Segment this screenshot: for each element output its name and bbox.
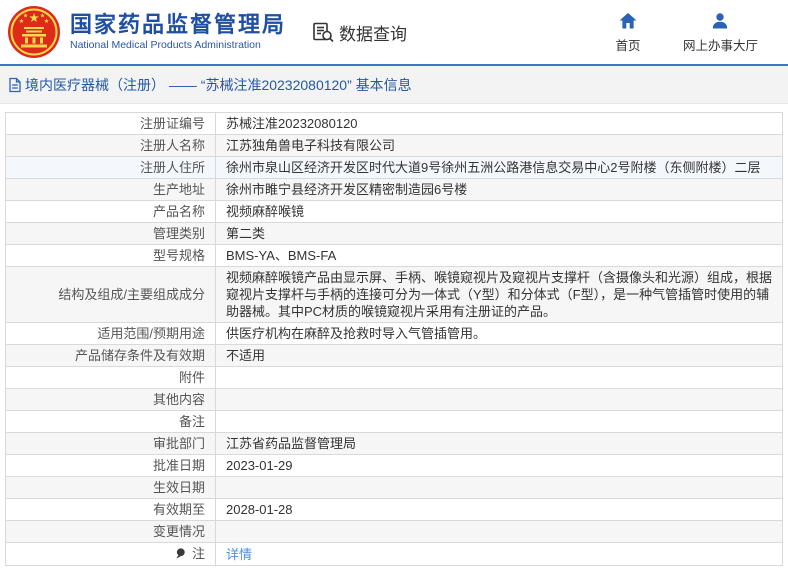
field-value: 视频麻醉喉镜 xyxy=(215,200,783,223)
field-value: BMS-YA、BMS-FA xyxy=(215,244,783,267)
field-label-text: 有效期至 xyxy=(152,502,205,517)
table-row: 适用范围/预期用途 供医疗机构在麻醉及抢救时导入气管插管用。 xyxy=(5,322,783,345)
table-row: 生产地址 徐州市睢宁县经济开发区精密制造园6号楼 xyxy=(5,178,783,201)
note-pin-icon xyxy=(175,546,186,563)
data-query-label: 数据查询 xyxy=(339,24,408,44)
org-name-zh: 国家药品监督管理局 xyxy=(70,12,287,37)
detail-link[interactable]: 详情 xyxy=(226,547,252,562)
field-label-text: 产品名称 xyxy=(152,204,205,219)
table-row: 结构及组成/主要组成成分 视频麻醉喉镜产品由显示屏、手柄、喉镜窥视片及窥视片支撑… xyxy=(5,266,783,323)
info-table: 注册证编号 苏械注准20232080120 注册人名称 江苏独角兽电子科技有限公… xyxy=(5,112,783,566)
nav-item-home[interactable]: 首页 xyxy=(611,11,645,54)
field-label: 生效日期 xyxy=(5,476,216,499)
nav-item-service-hall[interactable]: 网上办事大厅 xyxy=(683,11,758,54)
field-value: 不适用 xyxy=(215,344,783,367)
field-label: 批准日期 xyxy=(5,454,216,477)
field-label: 其他内容 xyxy=(5,388,216,411)
field-label: 生产地址 xyxy=(5,178,216,201)
table-row: 注册证编号 苏械注准20232080120 xyxy=(5,112,783,135)
field-value: 江苏独角兽电子科技有限公司 xyxy=(215,134,783,157)
field-label: 备注 xyxy=(5,410,216,433)
top-nav: 首页 网上办事大厅 xyxy=(611,11,770,54)
breadcrumb-text: 境内医疗器械（注册） —— “苏械注准20232080120” 基本信息 xyxy=(25,76,412,93)
table-row: 附件 xyxy=(5,366,783,389)
field-label: 注 xyxy=(5,542,216,566)
field-label-text: 注 xyxy=(191,546,205,561)
field-label-text: 备注 xyxy=(178,414,205,429)
field-label-text: 审批部门 xyxy=(152,436,205,451)
nav-service-hall-label: 网上办事大厅 xyxy=(682,38,758,53)
field-value: 视频麻醉喉镜产品由显示屏、手柄、喉镜窥视片及窥视片支撑杆（含摄像头和光源）组成，… xyxy=(215,266,783,323)
field-value: 供医疗机构在麻醉及抢救时导入气管插管用。 xyxy=(215,322,783,345)
table-row: 变更情况 xyxy=(5,520,783,543)
field-label-text: 注册人住所 xyxy=(139,160,205,175)
field-label: 注册人名称 xyxy=(5,134,216,157)
field-value: 江苏省药品监督管理局 xyxy=(215,432,783,455)
table-row: 产品名称 视频麻醉喉镜 xyxy=(5,200,783,223)
field-label: 有效期至 xyxy=(5,498,216,521)
field-value xyxy=(215,476,783,499)
field-label-text: 结构及组成/主要组成成分 xyxy=(58,287,205,302)
field-label-text: 注册证编号 xyxy=(139,116,205,131)
user-icon xyxy=(713,12,728,28)
field-label-text: 附件 xyxy=(178,370,205,385)
data-query-icon xyxy=(313,22,334,43)
info-table-body: 注册证编号 苏械注准20232080120 注册人名称 江苏独角兽电子科技有限公… xyxy=(5,112,783,566)
field-value: 2023-01-29 xyxy=(215,454,783,477)
field-value: 2028-01-28 xyxy=(215,498,783,521)
org-name-en: National Medical Products Administration xyxy=(70,39,261,51)
field-label-text: 产品储存条件及有效期 xyxy=(74,348,205,363)
field-label: 注册人住所 xyxy=(5,156,216,179)
field-label: 管理类别 xyxy=(5,222,216,245)
field-label: 产品名称 xyxy=(5,200,216,223)
field-value: 第二类 xyxy=(215,222,783,245)
field-label: 产品储存条件及有效期 xyxy=(5,344,216,367)
data-query-section[interactable]: 数据查询 xyxy=(312,20,407,45)
table-row: 型号规格 BMS-YA、BMS-FA xyxy=(5,244,783,267)
table-wrap: 注册证编号 苏械注准20232080120 注册人名称 江苏独角兽电子科技有限公… xyxy=(0,104,788,566)
field-value: 详情 xyxy=(215,542,783,566)
field-label-text: 批准日期 xyxy=(152,458,205,473)
field-label: 型号规格 xyxy=(5,244,216,267)
field-label: 变更情况 xyxy=(5,520,216,543)
table-row: 备注 xyxy=(5,410,783,433)
field-value xyxy=(215,388,783,411)
field-label: 结构及组成/主要组成成分 xyxy=(5,266,216,323)
field-label-text: 生产地址 xyxy=(152,182,205,197)
field-label-text: 型号规格 xyxy=(152,248,205,263)
table-row: 管理类别 第二类 xyxy=(5,222,783,245)
field-label-text: 变更情况 xyxy=(152,524,205,539)
field-label: 审批部门 xyxy=(5,432,216,455)
table-row: 其他内容 xyxy=(5,388,783,411)
field-label-text: 注册人名称 xyxy=(139,138,205,153)
home-icon xyxy=(619,12,637,28)
field-label: 附件 xyxy=(5,366,216,389)
table-row: 批准日期 2023-01-29 xyxy=(5,454,783,477)
table-row: 生效日期 xyxy=(5,476,783,499)
field-value xyxy=(215,410,783,433)
document-icon xyxy=(9,77,21,92)
field-label: 适用范围/预期用途 xyxy=(5,322,216,345)
field-label-text: 生效日期 xyxy=(152,480,205,495)
field-value: 徐州市泉山区经济开发区时代大道9号徐州五洲公路港信息交易中心2号附楼（东侧附楼）… xyxy=(215,156,783,179)
table-row: 产品储存条件及有效期 不适用 xyxy=(5,344,783,367)
field-label-text: 适用范围/预期用途 xyxy=(97,326,205,341)
page-header: 国家药品监督管理局 National Medical Products Admi… xyxy=(0,0,788,64)
field-label-text: 其他内容 xyxy=(152,392,205,407)
field-value xyxy=(215,366,783,389)
table-row: 注 详情 xyxy=(5,542,783,566)
breadcrumb: 境内医疗器械（注册） —— “苏械注准20232080120” 基本信息 xyxy=(0,66,788,104)
org-title-block: 国家药品监督管理局 National Medical Products Admi… xyxy=(70,12,286,52)
table-row: 审批部门 江苏省药品监督管理局 xyxy=(5,432,783,455)
table-row: 有效期至 2028-01-28 xyxy=(5,498,783,521)
field-value xyxy=(215,520,783,543)
field-value: 徐州市睢宁县经济开发区精密制造园6号楼 xyxy=(215,178,783,201)
field-label-text: 管理类别 xyxy=(152,226,205,241)
field-value: 苏械注准20232080120 xyxy=(215,112,783,135)
table-row: 注册人住所 徐州市泉山区经济开发区时代大道9号徐州五洲公路港信息交易中心2号附楼… xyxy=(5,156,783,179)
field-label: 注册证编号 xyxy=(5,112,216,135)
nav-home-label: 首页 xyxy=(615,38,641,53)
table-row: 注册人名称 江苏独角兽电子科技有限公司 xyxy=(5,134,783,157)
nmpa-emblem-logo xyxy=(8,6,60,58)
